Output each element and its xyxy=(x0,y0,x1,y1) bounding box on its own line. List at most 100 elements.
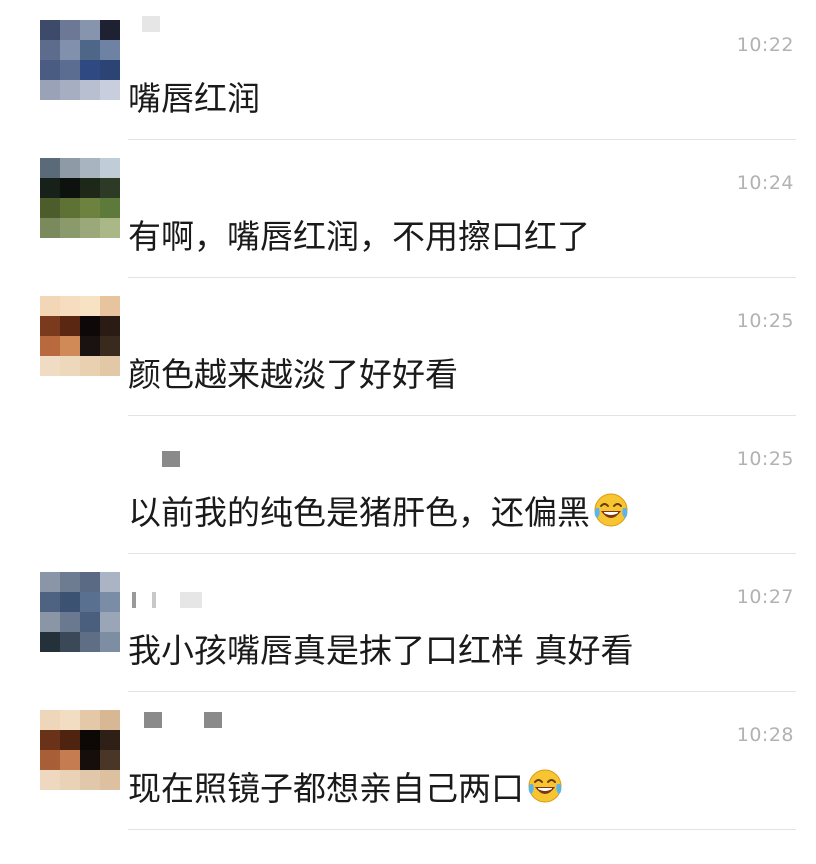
avatar-pixel xyxy=(100,710,120,730)
timestamp: 10:24 xyxy=(736,172,794,194)
avatar-pixel xyxy=(60,316,80,336)
avatar-pixel xyxy=(60,612,80,632)
avatar-pixel xyxy=(80,710,100,730)
avatar-pixel xyxy=(40,178,60,198)
avatar-pixel xyxy=(100,770,120,790)
comment-item: 10:27 我小孩嘴唇真是抹了口红样 真好看 xyxy=(0,554,816,692)
avatar[interactable] xyxy=(40,20,120,100)
comment-item: 10:28 现在照镜子都想亲自己两口 xyxy=(0,692,816,830)
avatar-pixel xyxy=(40,356,60,376)
timestamp: 10:27 xyxy=(736,586,794,608)
avatar-pixel xyxy=(80,612,100,632)
avatar-pixel xyxy=(100,296,120,316)
avatar-pixel xyxy=(60,750,80,770)
avatar-pixel xyxy=(80,80,100,100)
avatar-pixel xyxy=(60,158,80,178)
avatar-pixel xyxy=(40,158,60,178)
avatar-pixel xyxy=(80,592,100,612)
avatar-pixel xyxy=(80,316,100,336)
comment-item: 10:22 嘴唇红润 xyxy=(0,2,816,140)
avatar-pixel xyxy=(100,158,120,178)
avatar-pixel xyxy=(60,632,80,652)
nickname-block xyxy=(132,592,136,608)
avatar-pixel xyxy=(100,336,120,356)
avatar-pixel xyxy=(40,612,60,632)
avatar-pixel xyxy=(40,632,60,652)
comment-item: 10:25 颜色越来越淡了好好看 xyxy=(0,278,816,416)
avatar-pixel xyxy=(40,572,60,592)
avatar-pixel xyxy=(80,158,100,178)
avatar-pixel xyxy=(100,592,120,612)
avatar-pixel xyxy=(100,750,120,770)
avatar-pixel xyxy=(60,218,80,238)
timestamp: 10:25 xyxy=(736,310,794,332)
avatar-pixel xyxy=(60,80,80,100)
avatar[interactable] xyxy=(40,158,120,238)
avatar-pixel xyxy=(60,178,80,198)
avatar-pixel xyxy=(80,60,100,80)
avatar[interactable] xyxy=(40,296,120,376)
comment-text: 以前我的纯色是猪肝色，还偏黑 xyxy=(128,493,590,532)
avatar-pixel xyxy=(40,80,60,100)
avatar-pixel xyxy=(40,592,60,612)
nickname-block xyxy=(180,592,202,608)
comment-text-container: 现在照镜子都想亲自己两口 xyxy=(128,762,564,810)
avatar-pixel xyxy=(40,198,60,218)
avatar-pixel xyxy=(100,316,120,336)
divider xyxy=(128,829,796,830)
comment-item: 10:25 以前我的纯色是猪肝色，还偏黑 xyxy=(0,416,816,554)
comment-text: 我小孩嘴唇真是抹了口红样 真好看 xyxy=(128,631,634,670)
comment-text-container: 我小孩嘴唇真是抹了口红样 真好看 xyxy=(128,624,634,672)
avatar-pixel xyxy=(100,356,120,376)
avatar-pixel xyxy=(80,336,100,356)
avatar-pixel xyxy=(80,356,100,376)
avatar-pixel xyxy=(100,218,120,238)
avatar-pixel xyxy=(80,20,100,40)
avatar-pixel xyxy=(100,40,120,60)
laughing-tears-emoji-icon xyxy=(526,767,564,805)
avatar-pixel xyxy=(60,356,80,376)
avatar-pixel xyxy=(40,710,60,730)
avatar[interactable] xyxy=(40,572,120,652)
comment-text-container: 以前我的纯色是猪肝色，还偏黑 xyxy=(128,486,630,534)
avatar-pixel xyxy=(80,218,100,238)
avatar-pixel xyxy=(40,60,60,80)
comment-text-container: 颜色越来越淡了好好看 xyxy=(128,348,458,396)
avatar-pixel xyxy=(60,710,80,730)
avatar-pixel xyxy=(80,770,100,790)
avatar-pixel xyxy=(40,770,60,790)
avatar-pixel xyxy=(60,40,80,60)
timestamp: 10:28 xyxy=(736,724,794,746)
avatar-pixel xyxy=(100,60,120,80)
avatar-pixel xyxy=(40,316,60,336)
timestamp: 10:22 xyxy=(736,34,794,56)
avatar-pixel xyxy=(40,750,60,770)
nickname-block xyxy=(204,712,222,728)
laughing-tears-emoji-icon xyxy=(592,491,630,529)
avatar-pixel xyxy=(80,40,100,60)
avatar-pixel xyxy=(100,178,120,198)
nickname-block xyxy=(144,712,162,728)
comment-text: 现在照镜子都想亲自己两口 xyxy=(128,769,524,808)
avatar[interactable] xyxy=(40,710,120,790)
avatar-pixel xyxy=(60,730,80,750)
avatar-pixel xyxy=(100,730,120,750)
comment-text: 颜色越来越淡了好好看 xyxy=(128,355,458,394)
comment-text: 有啊，嘴唇红润，不用擦口红了 xyxy=(128,217,590,256)
avatar-pixel xyxy=(60,20,80,40)
avatar-pixel xyxy=(80,296,100,316)
avatar-pixel xyxy=(60,198,80,218)
comment-text: 嘴唇红润 xyxy=(128,79,260,118)
avatar-pixel xyxy=(40,296,60,316)
avatar-pixel xyxy=(80,178,100,198)
avatar-pixel xyxy=(80,572,100,592)
comment-text-container: 有啊，嘴唇红润，不用擦口红了 xyxy=(128,210,590,258)
avatar-pixel xyxy=(80,198,100,218)
avatar-pixel xyxy=(40,336,60,356)
avatar-pixel xyxy=(100,80,120,100)
avatar-pixel xyxy=(100,198,120,218)
avatar-pixel xyxy=(40,20,60,40)
avatar-pixel xyxy=(40,218,60,238)
avatar-pixel xyxy=(100,572,120,592)
comment-text-container: 嘴唇红润 xyxy=(128,72,260,120)
